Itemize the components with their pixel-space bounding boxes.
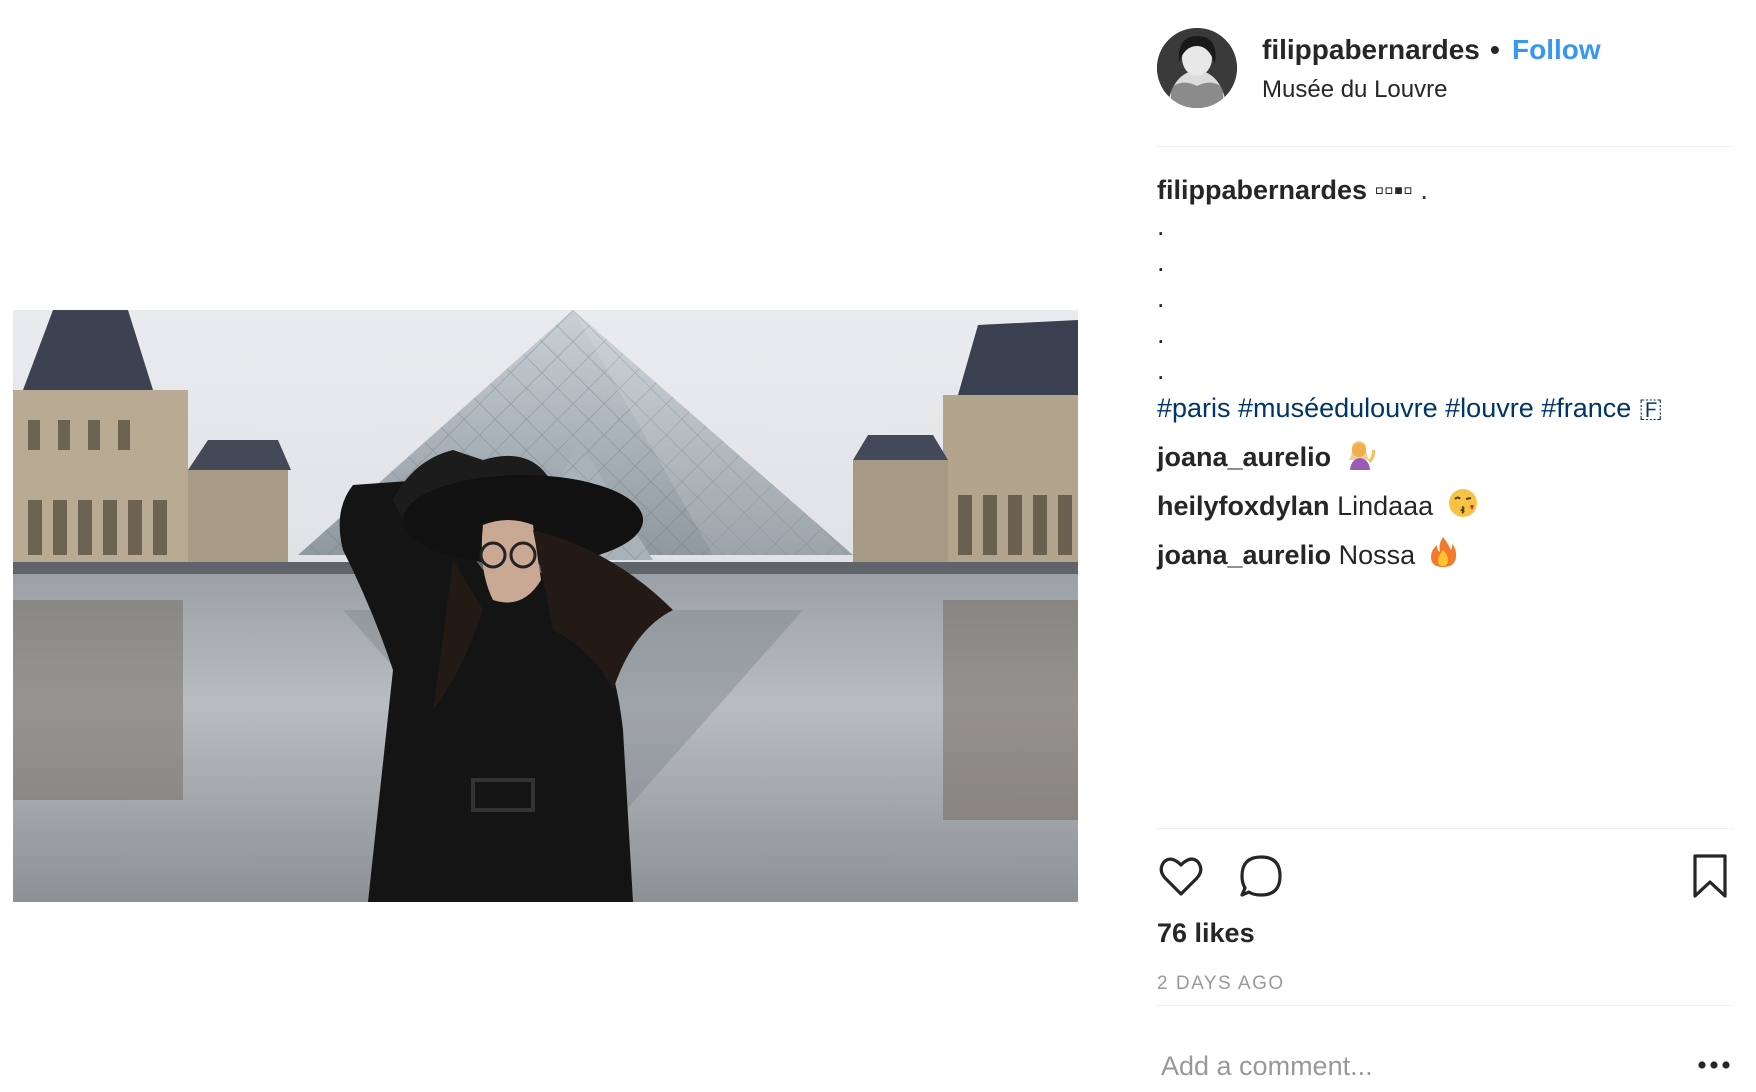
comment-text: Nossa (1338, 540, 1416, 570)
caption-text: ▫▫▪▫ . (1374, 175, 1428, 205)
caption-dot: . (1157, 355, 1165, 385)
caption-hashtags[interactable]: #paris #muséedulouvre #louvre #france 🇫 (1157, 390, 1734, 426)
comment-icon[interactable] (1237, 852, 1285, 900)
caption-username[interactable]: filippabernardes (1157, 175, 1367, 205)
comment-item: joana_aurelio Nossa (1157, 536, 1734, 573)
comment-username[interactable]: joana_aurelio (1157, 442, 1331, 472)
comment-item: joana_aurelio (1157, 438, 1734, 475)
comment-username[interactable]: joana_aurelio (1157, 540, 1331, 570)
post-photo[interactable] (13, 310, 1078, 902)
caption-dot: . (1157, 247, 1165, 277)
action-bar (1157, 852, 1734, 900)
more-options-icon[interactable] (1697, 1050, 1731, 1080)
likes-count[interactable]: 76 likes (1157, 918, 1255, 949)
comment-username[interactable]: heilyfoxdylan (1157, 491, 1330, 521)
caption-and-comments: filippabernardes ▫▫▪▫ . . . . . . #paris… (1157, 172, 1734, 573)
header-separator: • (1490, 34, 1500, 65)
raising-hand-woman-icon (1348, 441, 1375, 470)
comment-item: heilyfoxdylan Lindaaa (1157, 487, 1734, 524)
fire-icon (1430, 537, 1456, 567)
user-avatar[interactable] (1157, 28, 1237, 108)
follow-button[interactable]: Follow (1512, 34, 1601, 66)
add-comment-input[interactable] (1161, 1048, 1661, 1084)
post-header: filippabernardes • Follow Musée du Louvr… (1157, 28, 1734, 110)
post-timestamp[interactable]: 2 DAYS AGO (1157, 973, 1285, 995)
location-link[interactable]: Musée du Louvre (1262, 76, 1447, 104)
caption-dot: . (1157, 211, 1165, 241)
caption-dot: . (1157, 319, 1165, 349)
post-details-panel: filippabernardes • Follow Musée du Louvr… (1157, 0, 1734, 1092)
kissing-face-icon (1448, 489, 1477, 517)
comment-divider (1157, 1005, 1734, 1006)
caption: filippabernardes ▫▫▪▫ . (1157, 172, 1734, 208)
actions-divider (1157, 828, 1734, 829)
comment-text: Lindaaa (1337, 491, 1434, 521)
header-divider (1157, 146, 1734, 147)
header-username[interactable]: filippabernardes (1262, 34, 1480, 66)
bookmark-icon[interactable] (1686, 852, 1734, 900)
photo-illustration (13, 310, 1078, 902)
caption-dot: . (1157, 283, 1165, 313)
heart-icon[interactable] (1157, 852, 1205, 900)
avatar-image (1157, 28, 1237, 108)
